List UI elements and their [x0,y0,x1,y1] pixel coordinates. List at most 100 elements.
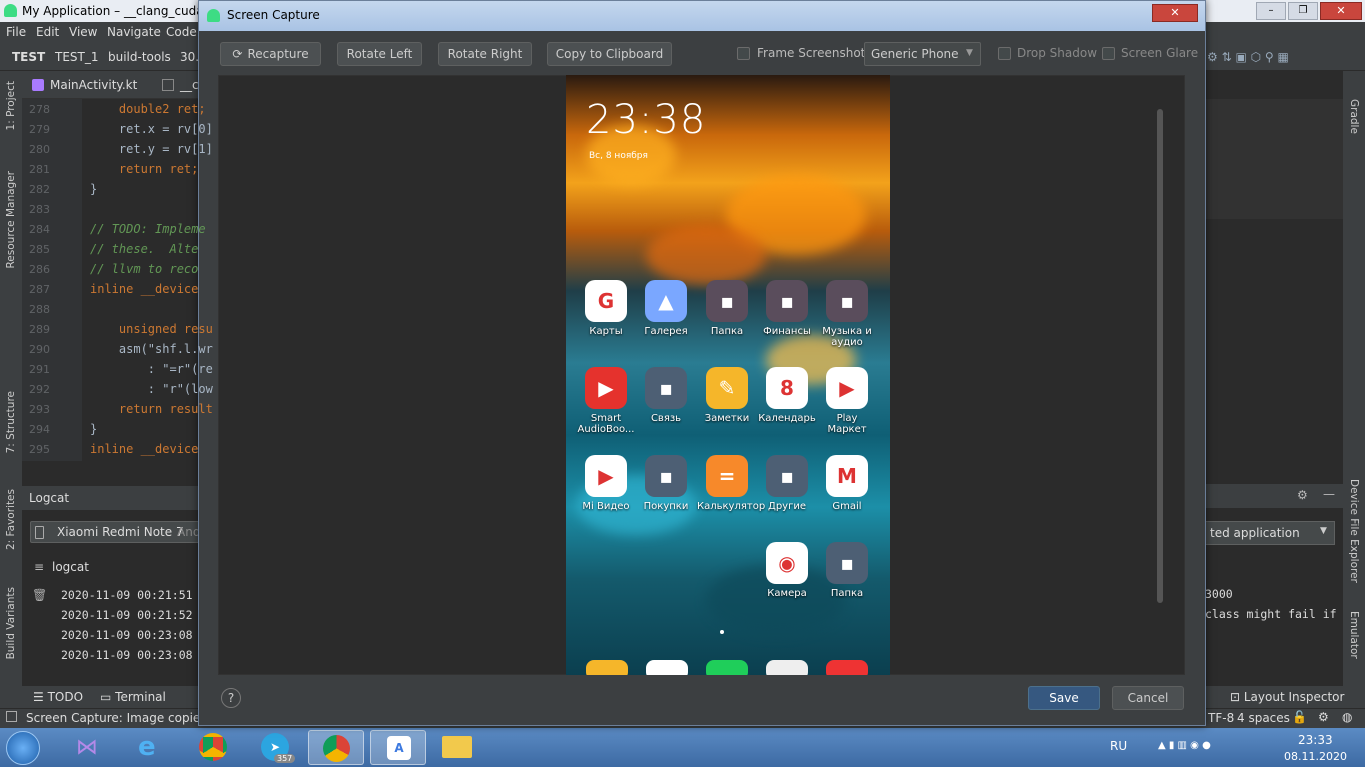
chrome-2-taskbar-icon[interactable] [308,730,364,765]
minimize-button[interactable]: – [1256,2,1286,20]
code-line: asm("shf.l.wr [90,342,213,356]
tool-device-file-explorer[interactable]: Device File Explorer [1348,479,1360,583]
line-number: 292 [29,383,50,396]
recapture-button[interactable]: ⟳ Recapture [220,42,321,66]
device-select[interactable]: Xiaomi Redmi Note 7 Andr [30,521,205,543]
breadcrumb-project[interactable]: TEST [12,50,45,64]
filter-select[interactable]: ted application ▼ [1205,521,1335,545]
explorer-taskbar-icon[interactable] [430,730,486,765]
app-label: Покупки [643,501,689,512]
tool-emulator[interactable]: Emulator [1348,611,1360,659]
app-icon-glyph: ✎ [706,367,748,409]
cancel-button[interactable]: Cancel [1112,686,1184,710]
page-indicator [720,630,724,634]
menu-icon[interactable]: ≡ [34,560,44,574]
logcat-panel: Xiaomi Redmi Note 7 Andr ≡ logcat 🗑 2020… [22,510,205,686]
visual-studio-taskbar-icon[interactable]: ⋈ [62,730,118,765]
clock-time[interactable]: 23:33 [1298,733,1333,747]
app-icon: ▪ Папка [817,542,877,599]
code-line: // these. Alte [90,242,199,256]
encoding[interactable]: TF-8 [1208,711,1234,725]
device-frame-select[interactable]: Generic Phone ▼ [864,42,981,66]
app-label: Папка [830,588,864,599]
save-button[interactable]: Save [1028,686,1100,710]
close-icon[interactable]: ✕ [1152,4,1198,22]
tool-favorites[interactable]: 2: Favorites [5,489,17,550]
android-studio-taskbar-icon[interactable]: A [370,730,426,765]
ide-close-button[interactable]: ✕ [1320,2,1362,20]
breadcrumb-module[interactable]: TEST_1 [55,50,99,64]
breadcrumb-folder[interactable]: build-tools [108,50,171,64]
start-button[interactable] [6,731,40,765]
settings-icon[interactable]: ⚙ [1297,488,1308,502]
menu-code[interactable]: Code [166,25,197,39]
tab-mainactivity[interactable]: MainActivity.kt [50,78,137,92]
internet-explorer-taskbar-icon[interactable]: e [124,730,180,765]
frame-screenshot-label: Frame Screenshot [757,46,866,60]
line-number: 285 [29,243,50,256]
sync-icon[interactable]: ⚙ [1318,710,1329,724]
app-icon: ▪ Покупки [636,455,696,512]
menu-edit[interactable]: Edit [36,25,59,39]
tool-gradle[interactable]: Gradle [1348,99,1360,134]
log-line-right: class might fail if [1205,607,1337,621]
logcat-tab[interactable]: logcat [52,560,89,574]
dock-app-icon [706,660,748,675]
app-icon-glyph: ▶ [585,455,627,497]
event-icon[interactable]: ◍ [1342,710,1352,724]
ide-window-title: My Application – __clang_cuda_in [22,4,221,18]
hide-icon[interactable]: — [1323,487,1335,501]
tab-clang-cuda[interactable]: __c [180,78,199,92]
line-number: 289 [29,323,50,336]
menu-navigate[interactable]: Navigate [107,25,161,39]
breadcrumb-version[interactable]: 30. [180,50,199,64]
app-icon-glyph: ▲ [645,280,687,322]
editor-tabs: MainActivity.kt __c [22,71,202,99]
app-icon-glyph: = [706,455,748,497]
menu-file[interactable]: File [6,25,26,39]
frame-screenshot-checkbox[interactable] [737,47,750,60]
app-icon-glyph: M [826,455,868,497]
menu-view[interactable]: View [69,25,97,39]
app-label: Другие [768,501,806,512]
maximize-button[interactable]: ❐ [1288,2,1318,20]
cpp-file-icon [162,79,174,91]
tool-project[interactable]: 1: Project [5,81,17,130]
trash-icon[interactable]: 🗑 [32,588,47,602]
app-icon: ▶ Smart AudioBoo... [576,367,636,435]
language-indicator[interactable]: RU [1110,739,1127,753]
todo-tab[interactable]: ☰ TODO [33,690,83,704]
tray-icons[interactable]: ▲ ▮ ▥ ◉ ● [1158,740,1211,751]
drop-shadow-checkbox[interactable] [998,47,1011,60]
toolbar-icons[interactable]: ⚙ ⇅ ▣ ⬡ ⚲ ▦ [1207,50,1289,64]
rotate-left-button[interactable]: Rotate Left [337,42,422,66]
rotate-right-button[interactable]: Rotate Right [438,42,532,66]
dock-app-icon [646,660,688,675]
tool-structure[interactable]: 7: Structure [5,391,17,453]
line-number: 293 [29,403,50,416]
kotlin-file-icon [32,79,44,91]
tool-build-variants[interactable]: Build Variants [5,587,17,659]
left-tool-strip: 1: Project Resource Manager 7: Structure… [0,71,22,686]
app-icon-glyph: ▪ [645,367,687,409]
lock-icon[interactable]: 🔓 [1292,710,1307,724]
copy-to-clipboard-button[interactable]: Copy to Clipboard [547,42,672,66]
clock-date[interactable]: 08.11.2020 [1284,750,1347,763]
screen-glare-checkbox[interactable] [1102,47,1115,60]
indent-setting[interactable]: 4 spaces [1237,711,1290,725]
app-label: Папка [710,326,744,337]
chrome-taskbar-icon[interactable] [186,730,242,765]
terminal-tab[interactable]: ▭ Terminal [100,690,166,704]
help-button[interactable]: ? [221,688,241,708]
log-line: 2020-11-09 00:21:51 [61,588,193,602]
screen-capture-dialog: Screen Capture ✕ ⟳ Recapture Rotate Left … [198,0,1206,726]
telegram-taskbar-icon[interactable]: ➤ 357 [248,730,304,765]
app-icon: ✎ Заметки [697,367,757,424]
scrollbar[interactable] [1157,109,1163,603]
layout-inspector-tab[interactable]: ⊡ Layout Inspector [1230,690,1344,704]
line-number: 286 [29,263,50,276]
code-line: // TODO: Impleme [90,222,206,236]
code-line: } [90,182,98,196]
editor-right [1205,99,1343,219]
tool-resource-manager[interactable]: Resource Manager [5,171,17,269]
